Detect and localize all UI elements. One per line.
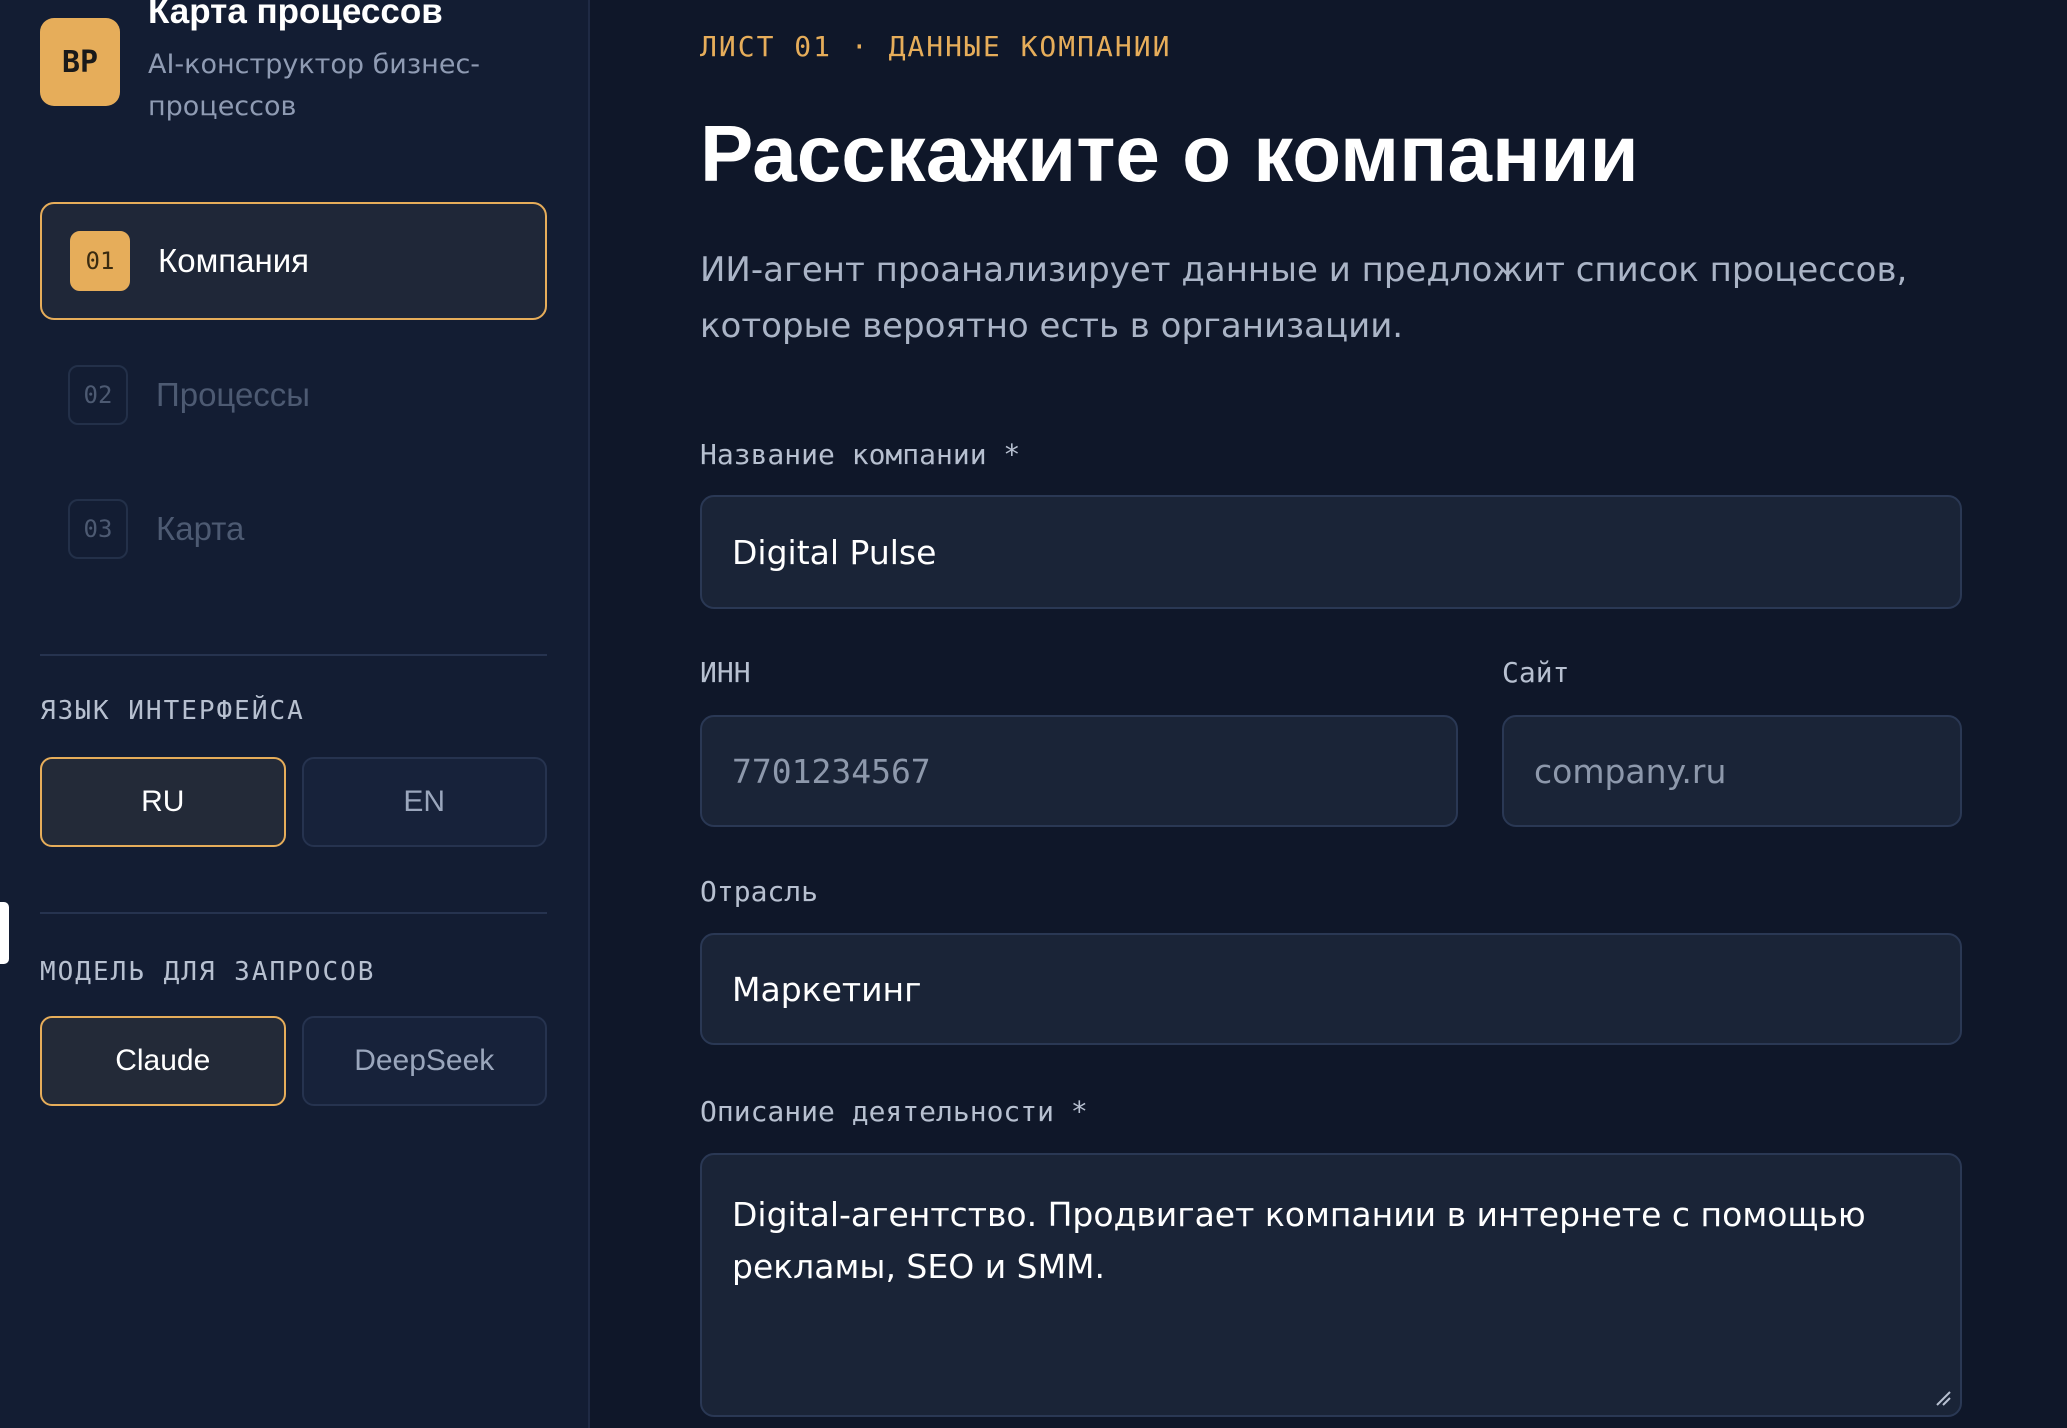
description-textarea[interactable]: Digital-агентство. Продвигает компании в… [700,1153,1962,1417]
page-description: ИИ-агент проанализирует данные и предлож… [700,250,1908,346]
app-window: BP Карта процессов AI-конструктор бизнес… [0,0,2067,1428]
model-toggle: Claude DeepSeek [40,1016,547,1106]
description-text: Digital-агентство. Продвигает компании в… [732,1195,1866,1286]
resize-handle-icon[interactable] [1934,1389,1952,1407]
language-option-ru[interactable]: RU [40,757,286,847]
app-title: Карта процессов [148,0,443,31]
language-option-en[interactable]: EN [301,757,547,847]
step-label: Компания [158,242,310,279]
brand: BP Карта процессов AI-конструктор бизнес… [40,0,560,130]
step-number: 03 [68,499,128,559]
language-section-title: ЯЗЫК ИНТЕРФЕЙСА [40,696,305,726]
industry-label: Отрасль [700,875,819,908]
sidebar-divider [40,654,547,656]
step-label: Процессы [156,376,311,413]
inn-label: ИНН [700,656,751,689]
step-label: Карта [156,510,245,547]
step-navigation: 01 Компания 02 Процессы 03 Карта [40,202,547,604]
step-number: 02 [68,365,128,425]
site-input[interactable]: company.ru [1502,715,1962,827]
sheet-eyebrow: ЛИСТ 01 · ДАННЫЕ КОМПАНИИ [700,30,1172,63]
model-option-deepseek[interactable]: DeepSeek [301,1016,547,1106]
description-label: Описание деятельности * [700,1095,1088,1128]
company-name-input[interactable]: Digital Pulse [700,495,1962,609]
page-title: Расскажите о компании [700,109,1639,198]
main-content: ЛИСТ 01 · ДАННЫЕ КОМПАНИИ Расскажите о к… [592,0,2067,1428]
step-company[interactable]: 01 Компания [40,202,547,320]
sidebar-edge-handle[interactable] [0,902,9,964]
step-map[interactable]: 03 Карта [40,470,547,588]
step-processes[interactable]: 02 Процессы [40,336,547,454]
app-subtitle: AI-конструктор бизнес-процессов [148,49,481,122]
sidebar: BP Карта процессов AI-конструктор бизнес… [0,0,590,1428]
model-section-title: МОДЕЛЬ ДЛЯ ЗАПРОСОВ [40,957,376,987]
sidebar-divider [40,912,547,914]
inn-input[interactable]: 7701234567 [700,715,1458,827]
model-option-claude[interactable]: Claude [40,1016,286,1106]
industry-input[interactable]: Маркетинг [700,933,1962,1045]
language-toggle: RU EN [40,757,547,847]
step-number: 01 [70,231,130,291]
company-name-label: Название компании * [700,438,1021,471]
app-logo: BP [40,18,120,106]
site-label: Сайт [1502,656,1570,689]
